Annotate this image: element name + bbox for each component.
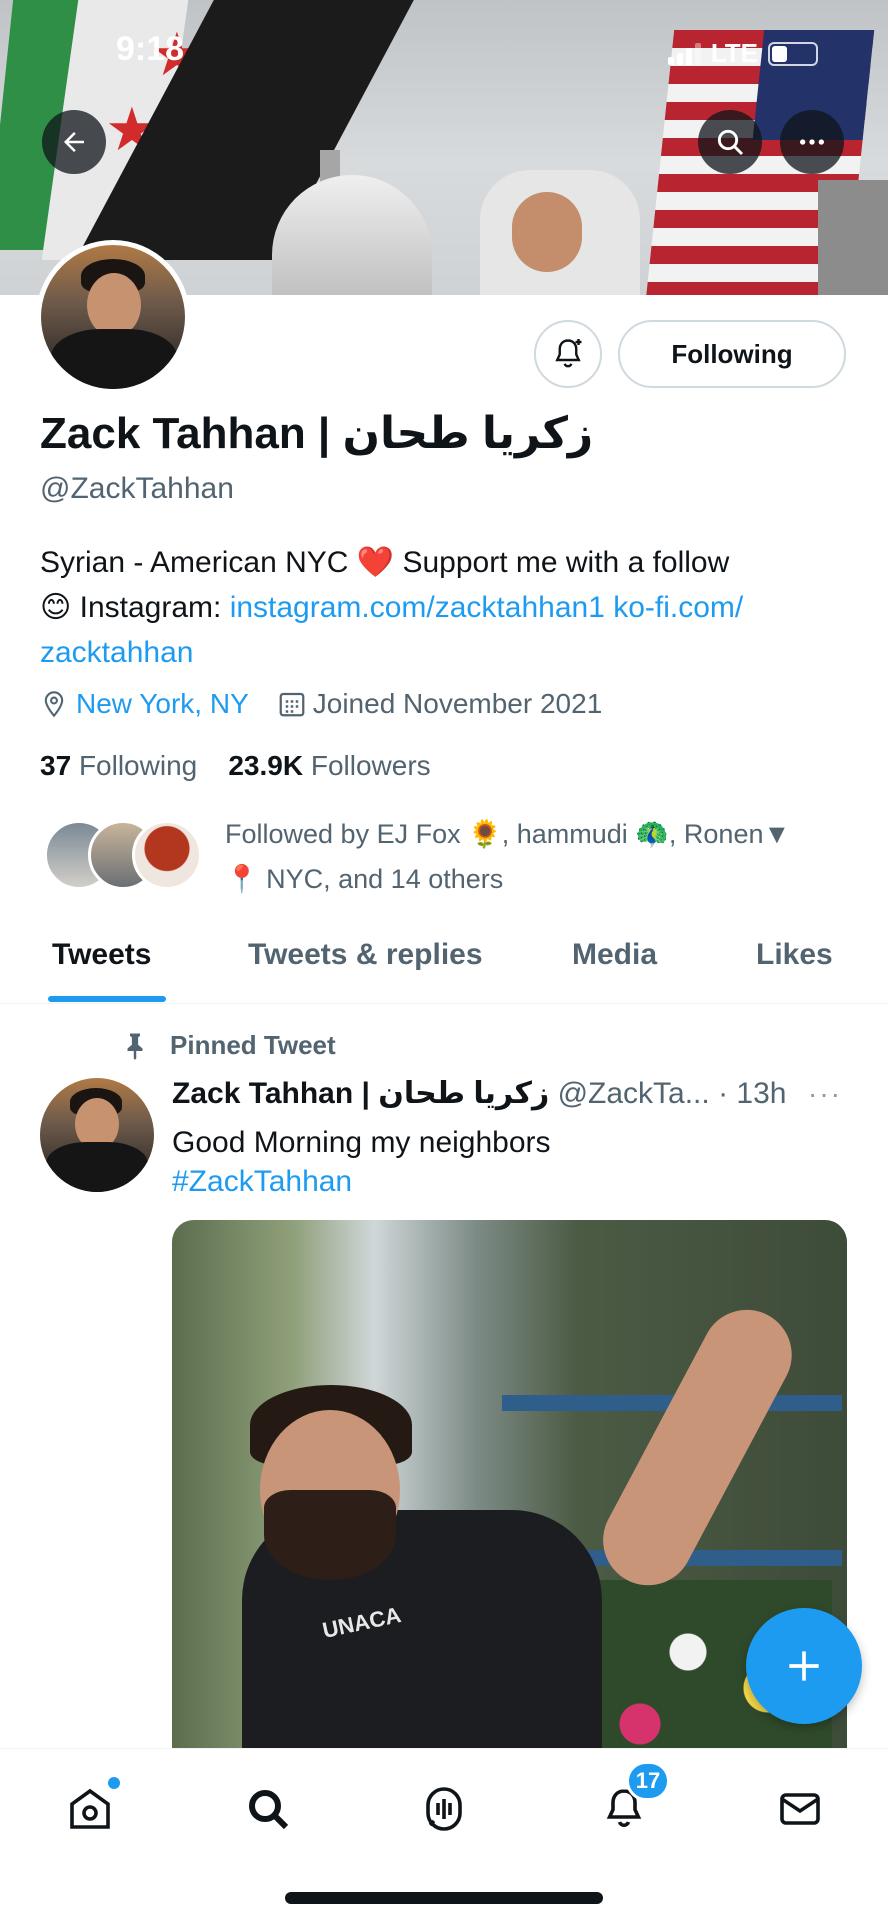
tab-likes[interactable]: Likes: [756, 938, 833, 972]
following-button[interactable]: Following: [618, 320, 846, 388]
smile-emoji: 😊: [40, 591, 72, 624]
calendar-icon: [279, 692, 305, 717]
follow-stats: 37 Following 23.9K Followers: [40, 750, 431, 782]
profile-tabs: Tweets Tweets & replies Media Likes: [0, 930, 888, 1004]
nav-search[interactable]: [232, 1773, 304, 1845]
home-indicator: [285, 1892, 603, 1904]
followed-by-text[interactable]: Followed by EJ Fox 🌻, hammudi 🦚, Ronen▼ …: [225, 812, 865, 902]
pinned-label-row: Pinned Tweet: [120, 1030, 336, 1061]
following-link[interactable]: 37 Following: [40, 750, 197, 781]
plus-icon: [789, 1651, 819, 1681]
tweet-header: Zack Tahhan | زكريا طحان @ZackTa... · 13…: [172, 1076, 852, 1111]
home-new-dot: [108, 1777, 120, 1789]
active-tab-indicator: [48, 996, 166, 1002]
joined-date: Joined November 2021: [312, 688, 603, 719]
nav-notifications[interactable]: 17: [588, 1761, 670, 1845]
more-icon: [800, 139, 824, 145]
heart-emoji: ❤️: [356, 546, 395, 579]
tweet-text: Good Morning my neighbors: [172, 1126, 551, 1159]
home-icon: [70, 1788, 110, 1829]
tab-tweets-replies[interactable]: Tweets & replies: [248, 938, 483, 972]
instagram-link[interactable]: instagram.com/zacktahhan1: [230, 591, 605, 624]
battery-icon: [768, 41, 818, 66]
followers-link[interactable]: 23.9K Followers: [228, 750, 430, 781]
nav-home[interactable]: [54, 1773, 126, 1845]
banner-building: [818, 180, 888, 295]
nav-messages[interactable]: [764, 1773, 836, 1845]
nav-spaces[interactable]: [408, 1773, 480, 1845]
tab-media[interactable]: Media: [572, 938, 657, 972]
compose-tweet-button[interactable]: [746, 1608, 862, 1724]
back-arrow-icon: [64, 132, 84, 152]
search-icon: [249, 1790, 289, 1830]
more-button[interactable]: [780, 110, 844, 174]
avatar: [132, 820, 202, 890]
banner-person-head: [512, 192, 582, 272]
network-label: LTE: [710, 38, 758, 68]
tab-tweets[interactable]: Tweets: [52, 938, 151, 972]
spaces-icon: [426, 1787, 462, 1831]
back-button[interactable]: [42, 110, 106, 174]
status-time: 9:18: [116, 30, 185, 68]
location-pin-icon: [44, 691, 64, 718]
tweet-author-name[interactable]: Zack Tahhan | زكريا طحان: [172, 1077, 549, 1110]
pin-icon: [127, 1033, 143, 1060]
tweet-hashtag[interactable]: #ZackTahhan: [172, 1165, 352, 1199]
search-button[interactable]: [698, 110, 762, 174]
tweet-more-button[interactable]: ···: [808, 1078, 842, 1110]
status-indicators: LTE: [667, 38, 818, 69]
notify-button[interactable]: [534, 320, 602, 388]
display-name: Zack Tahhan | زكريا طحان: [40, 409, 594, 458]
followed-by-avatars[interactable]: [44, 820, 214, 900]
signal-icon: [667, 42, 701, 65]
search-icon: [717, 129, 744, 156]
tweet-author-handle-time: @ZackTa... · 13h: [557, 1077, 787, 1110]
profile-meta: New York, NY Joined November 2021: [40, 688, 602, 720]
messages-icon: [780, 1793, 820, 1825]
user-handle: @ZackTahhan: [40, 472, 234, 505]
tweet-author-avatar[interactable]: [40, 1078, 154, 1192]
notifications-badge: 17: [626, 1761, 670, 1801]
location-link[interactable]: New York, NY: [76, 688, 249, 720]
profile-bio: Syrian - American NYC ❤️ Support me with…: [40, 546, 744, 669]
bell-plus-icon: [555, 339, 582, 368]
profile-avatar[interactable]: [36, 240, 190, 394]
